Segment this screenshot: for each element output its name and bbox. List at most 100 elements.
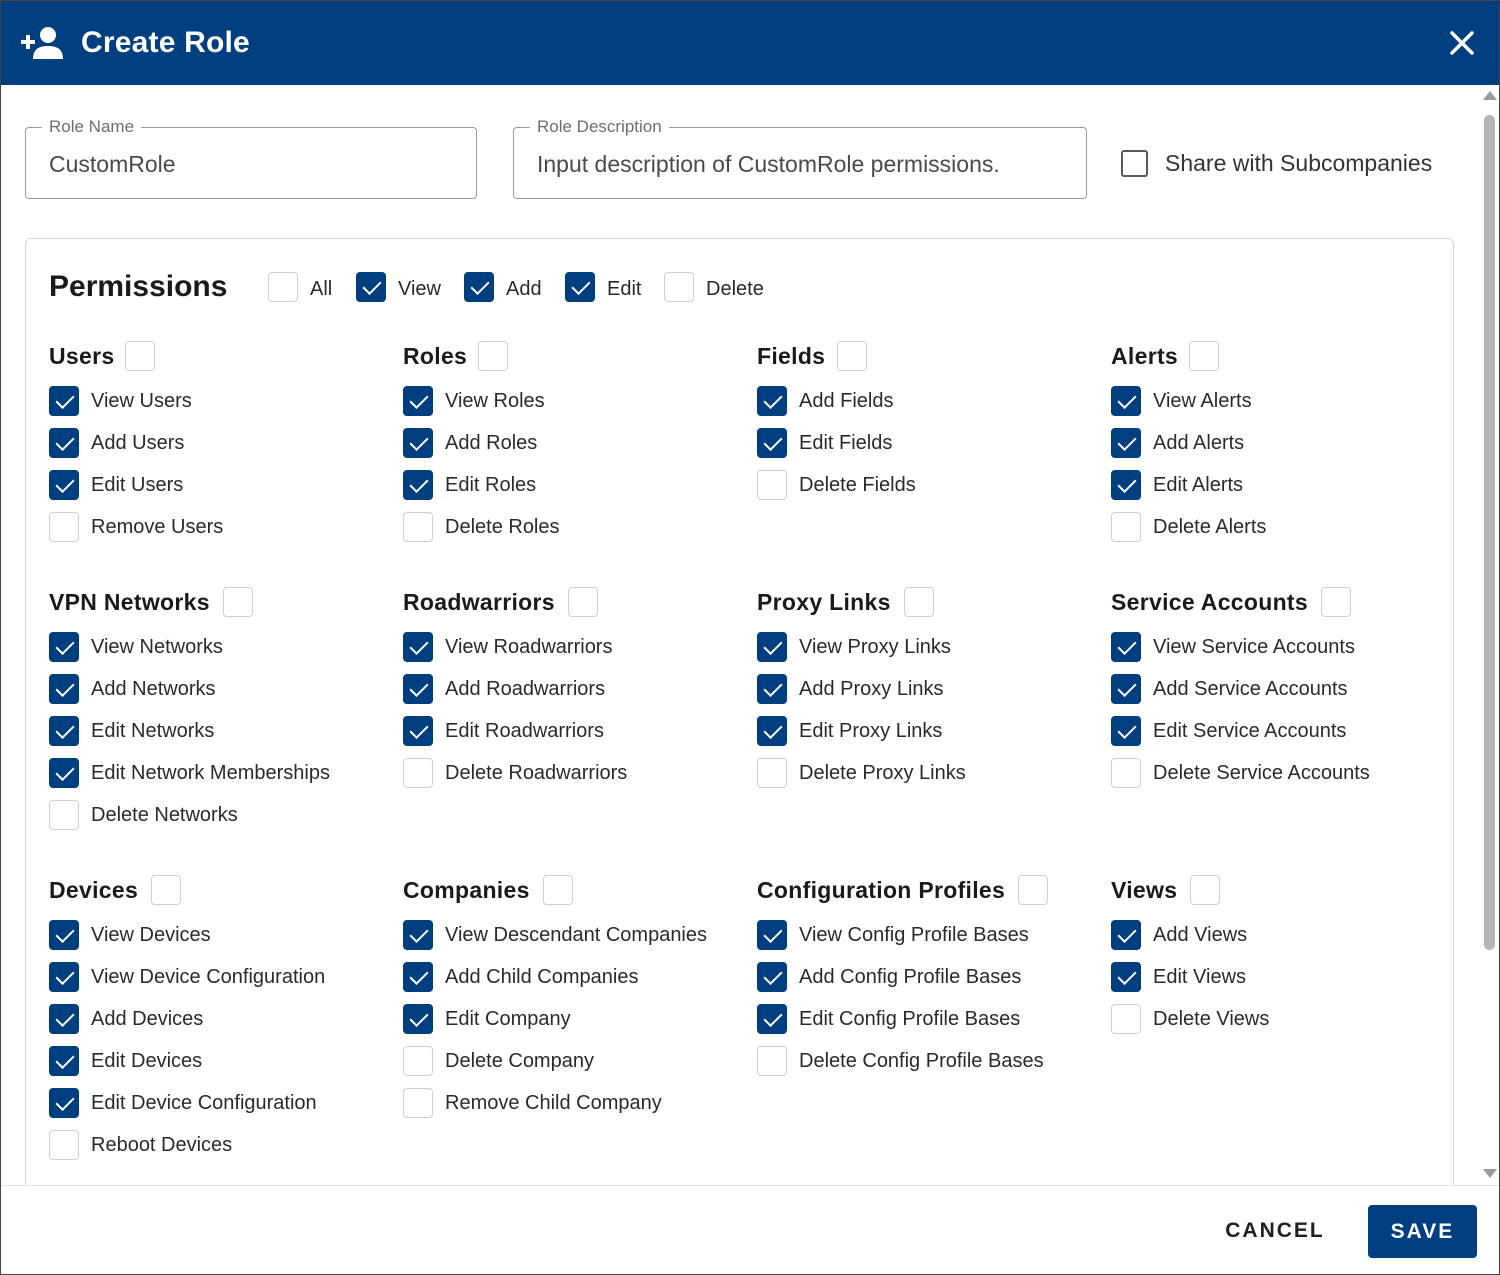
- role-name-field[interactable]: Role Name CustomRole: [25, 117, 477, 199]
- permission-edit-views-checkbox[interactable]: [1111, 962, 1141, 992]
- permission-add-service-accounts-checkbox[interactable]: [1111, 674, 1141, 704]
- group-roles-checkbox[interactable]: [478, 341, 508, 371]
- permission-add-fields-label: Add Fields: [799, 390, 894, 412]
- permission-edit-devices-checkbox[interactable]: [49, 1046, 79, 1076]
- permission-add-config-profile-bases-checkbox[interactable]: [757, 962, 787, 992]
- permission-view-alerts-checkbox[interactable]: [1111, 386, 1141, 416]
- permission-add-config-profile-bases-label: Add Config Profile Bases: [799, 966, 1022, 988]
- close-icon[interactable]: [1447, 28, 1477, 58]
- permission-edit-users-checkbox[interactable]: [49, 470, 79, 500]
- group-alerts-checkbox[interactable]: [1189, 341, 1219, 371]
- permission-delete-proxy-links-checkbox[interactable]: [757, 758, 787, 788]
- permission-add-devices-label: Add Devices: [91, 1008, 204, 1030]
- vertical-scrollbar[interactable]: [1481, 85, 1499, 1185]
- scroll-up-arrow-icon[interactable]: [1483, 91, 1497, 100]
- group-vpn-networks-checkbox[interactable]: [223, 587, 253, 617]
- permission-remove-users-checkbox[interactable]: [49, 512, 79, 542]
- group-title-roadwarriors: Roadwarriors: [403, 589, 555, 615]
- permission-add-views-checkbox[interactable]: [1111, 920, 1141, 950]
- cancel-button[interactable]: CANCEL: [1213, 1205, 1337, 1257]
- permission-view-networks-checkbox[interactable]: [49, 632, 79, 662]
- permission-reboot-devices-checkbox[interactable]: [49, 1130, 79, 1160]
- permission-delete-networks-label: Delete Networks: [91, 804, 238, 826]
- permission-remove-child-company-checkbox[interactable]: [403, 1088, 433, 1118]
- permission-edit-networks-checkbox[interactable]: [49, 716, 79, 746]
- permission-delete-roadwarriors-checkbox[interactable]: [403, 758, 433, 788]
- permission-delete-networks-checkbox[interactable]: [49, 800, 79, 830]
- permission-edit-config-profile-bases-checkbox[interactable]: [757, 1004, 787, 1034]
- permission-edit-views-label: Edit Views: [1153, 966, 1247, 988]
- group-proxy-links-checkbox[interactable]: [904, 587, 934, 617]
- role-description-value: Input description of CustomRole permissi…: [537, 151, 1000, 177]
- scroll-down-arrow-icon[interactable]: [1483, 1169, 1497, 1178]
- group-title-views: Views: [1111, 877, 1178, 903]
- permission-add-child-companies-checkbox[interactable]: [403, 962, 433, 992]
- permission-add-fields-checkbox[interactable]: [757, 386, 787, 416]
- role-description-field[interactable]: Role Description Input description of Cu…: [513, 117, 1087, 199]
- permission-view-roles-label: View Roles: [445, 390, 545, 412]
- permission-delete-roadwarriors-label: Delete Roadwarriors: [445, 762, 628, 784]
- group-service-accounts-checkbox[interactable]: [1321, 587, 1351, 617]
- save-button[interactable]: SAVE: [1368, 1205, 1477, 1258]
- permission-delete-config-profile-bases-label: Delete Config Profile Bases: [799, 1050, 1044, 1072]
- permission-edit-service-accounts-checkbox[interactable]: [1111, 716, 1141, 746]
- group-users-checkbox[interactable]: [125, 341, 155, 371]
- permission-view-proxy-links-checkbox[interactable]: [757, 632, 787, 662]
- share-label: Share with Subcompanies: [1165, 149, 1433, 176]
- permission-edit-roles-checkbox[interactable]: [403, 470, 433, 500]
- permission-delete-fields-checkbox[interactable]: [757, 470, 787, 500]
- permission-view-roles-checkbox[interactable]: [403, 386, 433, 416]
- permission-delete-roles-checkbox[interactable]: [403, 512, 433, 542]
- permission-view-descendant-companies-checkbox[interactable]: [403, 920, 433, 950]
- permission-edit-fields-label: Edit Fields: [799, 432, 893, 454]
- permission-view-devices-label: View Devices: [91, 924, 211, 946]
- group-companies-checkbox[interactable]: [543, 875, 573, 905]
- permission-add-alerts-checkbox[interactable]: [1111, 428, 1141, 458]
- permission-view-device-configuration-checkbox[interactable]: [49, 962, 79, 992]
- permission-add-proxy-links-checkbox[interactable]: [757, 674, 787, 704]
- permission-add-networks-checkbox[interactable]: [49, 674, 79, 704]
- permission-reboot-devices-label: Reboot Devices: [91, 1134, 233, 1156]
- group-title-users: Users: [49, 343, 115, 369]
- permission-delete-service-accounts-checkbox[interactable]: [1111, 758, 1141, 788]
- permission-view-config-profile-bases-checkbox[interactable]: [757, 920, 787, 950]
- permission-view-devices-checkbox[interactable]: [49, 920, 79, 950]
- permission-view-service-accounts-label: View Service Accounts: [1153, 636, 1355, 658]
- group-devices-checkbox[interactable]: [151, 875, 181, 905]
- permission-add-devices-checkbox[interactable]: [49, 1004, 79, 1034]
- scrollbar-thumb[interactable]: [1484, 115, 1495, 950]
- filter-delete-checkbox[interactable]: [664, 272, 694, 302]
- permission-delete-company-checkbox[interactable]: [403, 1046, 433, 1076]
- permission-edit-proxy-links-checkbox[interactable]: [757, 716, 787, 746]
- group-title-companies: Companies: [403, 877, 530, 903]
- group-fields-checkbox[interactable]: [837, 341, 867, 371]
- permission-delete-views-checkbox[interactable]: [1111, 1004, 1141, 1034]
- permission-view-service-accounts-checkbox[interactable]: [1111, 632, 1141, 662]
- share-checkbox-box[interactable]: [1121, 149, 1148, 177]
- permission-view-roadwarriors-checkbox[interactable]: [403, 632, 433, 662]
- permission-edit-roadwarriors-checkbox[interactable]: [403, 716, 433, 746]
- filter-all-checkbox[interactable]: [268, 272, 298, 302]
- filter-edit-checkbox[interactable]: [565, 272, 595, 302]
- share-with-subcompanies-checkbox[interactable]: Share with Subcompanies: [1121, 149, 1432, 177]
- permission-delete-roles-label: Delete Roles: [445, 516, 560, 538]
- permission-edit-network-memberships-checkbox[interactable]: [49, 758, 79, 788]
- role-description-label: Role Description: [530, 117, 669, 137]
- group-configuration-profiles-checkbox[interactable]: [1018, 875, 1048, 905]
- permission-edit-device-configuration-checkbox[interactable]: [49, 1088, 79, 1118]
- filter-view-checkbox[interactable]: [356, 272, 386, 302]
- permission-remove-users-label: Remove Users: [91, 516, 224, 538]
- permission-delete-config-profile-bases-checkbox[interactable]: [757, 1046, 787, 1076]
- group-roadwarriors-checkbox[interactable]: [568, 587, 598, 617]
- permission-add-roadwarriors-checkbox[interactable]: [403, 674, 433, 704]
- filter-add-checkbox[interactable]: [464, 272, 494, 302]
- permission-view-users-checkbox[interactable]: [49, 386, 79, 416]
- permission-delete-alerts-checkbox[interactable]: [1111, 512, 1141, 542]
- group-views-checkbox[interactable]: [1190, 875, 1220, 905]
- permission-edit-company-checkbox[interactable]: [403, 1004, 433, 1034]
- permission-add-roles-checkbox[interactable]: [403, 428, 433, 458]
- permission-add-users-checkbox[interactable]: [49, 428, 79, 458]
- permission-edit-fields-checkbox[interactable]: [757, 428, 787, 458]
- permission-edit-alerts-checkbox[interactable]: [1111, 470, 1141, 500]
- permission-add-users-label: Add Users: [91, 432, 185, 454]
